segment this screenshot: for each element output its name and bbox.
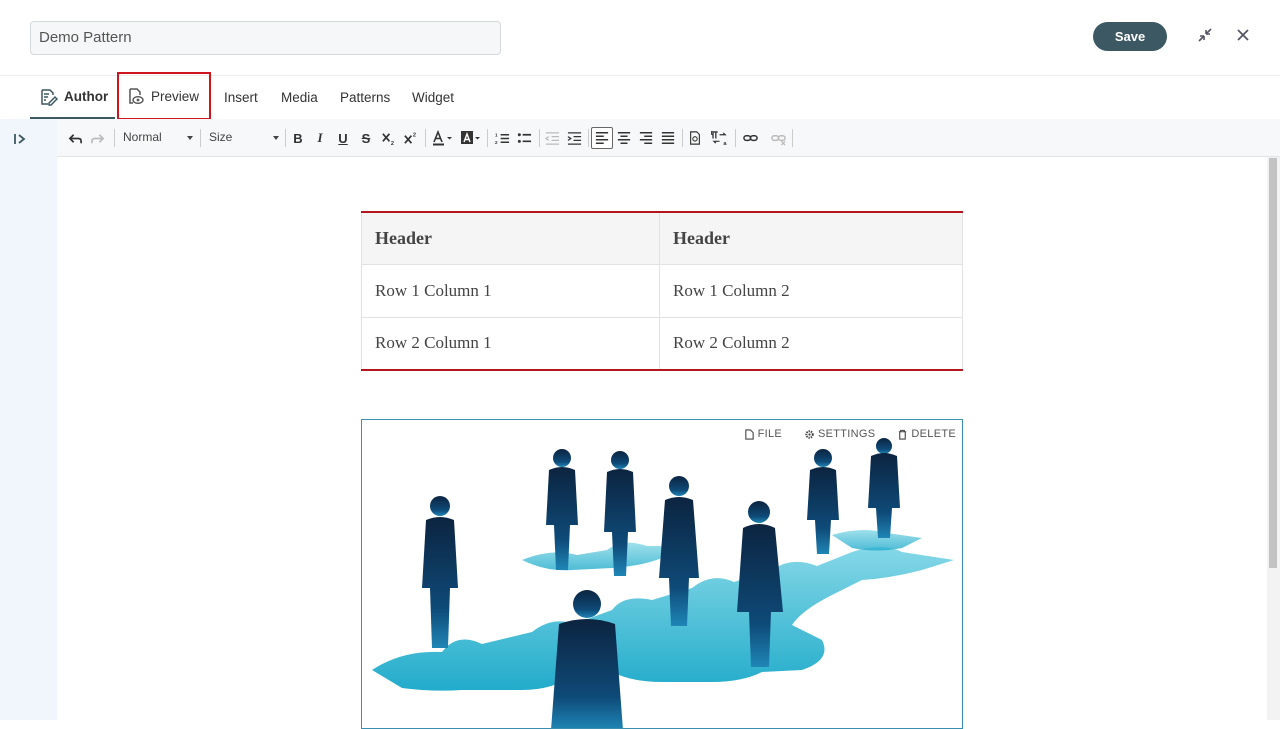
table-row: Row 1 Column 1 Row 1 Column 2 — [361, 264, 963, 318]
svg-text:a: a — [723, 141, 727, 146]
file-label: FILE — [757, 428, 782, 440]
numbered-list-icon[interactable]: 12 — [493, 128, 511, 148]
tab-patterns[interactable]: Patterns — [340, 76, 390, 119]
save-button[interactable]: Save — [1093, 22, 1167, 51]
business-people-puzzle-image — [372, 438, 954, 728]
image-block[interactable]: FILE SETTINGS DELETE — [361, 419, 963, 729]
content-table[interactable]: Header Header Row 1 Column 1 Row 1 Colum… — [361, 211, 963, 371]
tab-author[interactable]: Author — [30, 76, 115, 119]
expand-panel-icon[interactable] — [12, 131, 28, 147]
link-icon[interactable] — [741, 128, 759, 148]
tab-label: Patterns — [340, 90, 391, 105]
svg-text:2: 2 — [495, 140, 498, 145]
svg-text:1: 1 — [495, 132, 498, 137]
bullet-list-icon[interactable] — [515, 128, 533, 148]
editor-header: Demo Pattern Save — [0, 0, 1280, 76]
tab-preview[interactable]: Preview — [117, 72, 211, 120]
tab-label: Preview — [151, 88, 200, 104]
scrollbar-thumb[interactable] — [1269, 158, 1277, 568]
table-cell[interactable]: Row 2 Column 1 — [361, 317, 660, 371]
editor-toolbar: Normal Size B I U S 2 2 12 a — [57, 119, 1280, 157]
tab-media[interactable]: Media — [281, 76, 318, 119]
align-right-icon[interactable] — [637, 128, 655, 148]
svg-text:2: 2 — [412, 132, 415, 138]
close-icon[interactable] — [1234, 26, 1252, 44]
settings-button[interactable]: SETTINGS — [804, 428, 875, 440]
edit-document-icon — [41, 88, 58, 106]
tab-label: Widget — [412, 90, 455, 105]
align-center-icon[interactable] — [615, 128, 633, 148]
tab-label: Media — [281, 90, 318, 105]
image-actions: FILE SETTINGS DELETE — [744, 428, 956, 440]
file-icon — [744, 428, 754, 440]
table-header-row: Header Header — [361, 212, 963, 265]
insert-template-icon[interactable] — [686, 128, 704, 148]
trash-icon — [899, 429, 907, 440]
strikethrough-button[interactable]: S — [357, 128, 375, 148]
table-row: Row 2 Column 1 Row 2 Column 2 — [361, 317, 963, 371]
tab-label: Author — [64, 89, 109, 104]
indent-icon[interactable] — [565, 128, 583, 148]
tab-widget[interactable]: Widget — [412, 76, 454, 119]
preview-icon — [129, 88, 144, 104]
collapse-icon[interactable] — [1196, 26, 1214, 44]
table-cell[interactable]: Row 2 Column 2 — [659, 317, 963, 371]
redo-icon[interactable] — [88, 128, 106, 148]
align-justify-icon[interactable] — [659, 128, 677, 148]
subscript-icon[interactable]: 2 — [379, 128, 397, 148]
font-size-select[interactable]: Size — [209, 128, 232, 148]
delete-label: DELETE — [911, 428, 956, 440]
undo-icon[interactable] — [66, 128, 84, 148]
table-cell[interactable]: Row 1 Column 1 — [361, 264, 660, 318]
text-direction-icon[interactable]: a — [709, 128, 731, 148]
svg-text:2: 2 — [390, 141, 393, 146]
settings-label: SETTINGS — [818, 428, 876, 440]
underline-button[interactable]: U — [334, 128, 352, 148]
italic-button[interactable]: I — [311, 128, 329, 148]
pattern-title-input[interactable]: Demo Pattern — [30, 21, 501, 55]
table-cell[interactable]: Row 1 Column 2 — [659, 264, 963, 318]
align-left-icon[interactable] — [591, 127, 613, 149]
delete-button[interactable]: DELETE — [897, 428, 956, 440]
table-header-cell[interactable]: Header — [361, 212, 660, 265]
font-color-icon[interactable] — [431, 128, 455, 148]
highlight-color-icon[interactable] — [459, 128, 483, 148]
superscript-icon[interactable]: 2 — [401, 128, 419, 148]
mode-tabs: Author Preview Insert Media Patterns Wid… — [0, 72, 1280, 120]
table-header-cell[interactable]: Header — [659, 212, 963, 265]
unlink-icon[interactable] — [769, 128, 787, 148]
outdent-icon[interactable] — [543, 128, 561, 148]
tab-label: Insert — [224, 90, 258, 105]
file-button[interactable]: FILE — [744, 428, 782, 440]
chevron-down-icon — [187, 136, 193, 140]
bold-button[interactable]: B — [289, 128, 307, 148]
side-rail — [0, 119, 57, 720]
paragraph-format-select[interactable]: Normal — [123, 128, 162, 148]
tab-insert[interactable]: Insert — [224, 76, 258, 119]
gear-icon — [805, 429, 814, 439]
chevron-down-icon — [273, 136, 279, 140]
